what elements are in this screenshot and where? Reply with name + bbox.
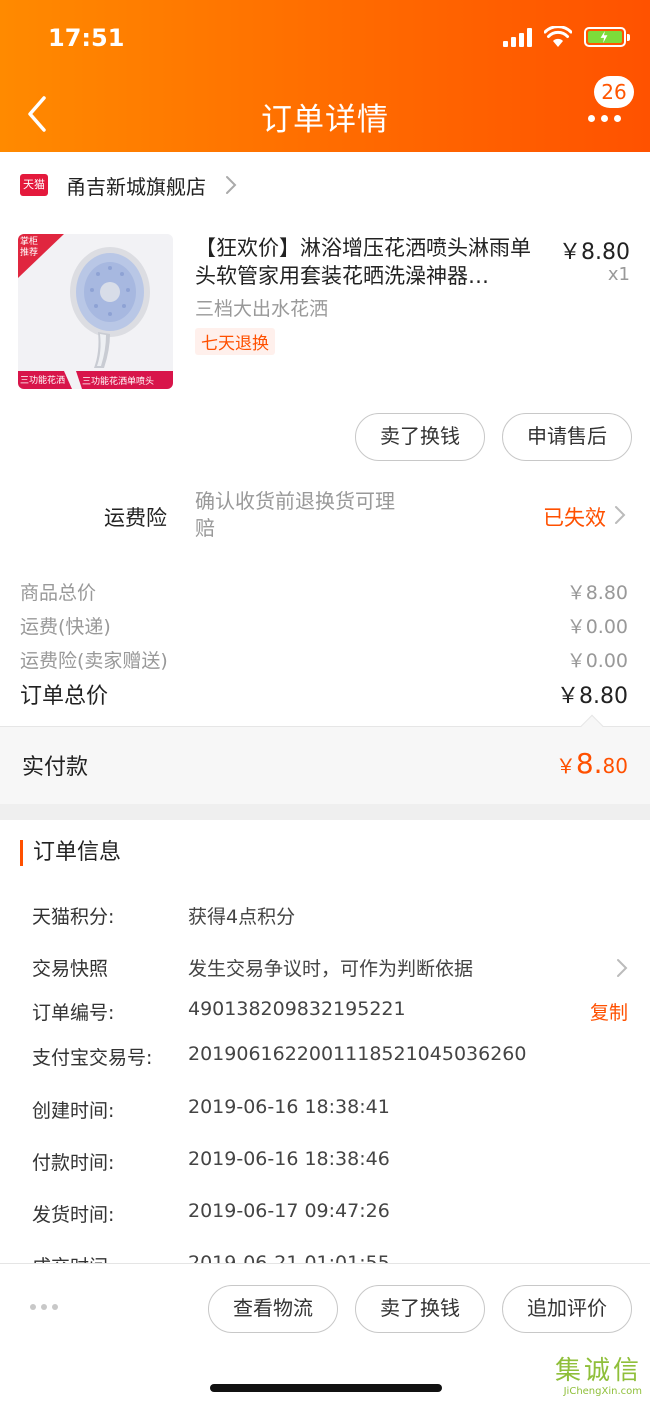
watermark-url: JiChengXin.com [563,1386,642,1397]
seven-day-return-tag: 七天退换 [195,328,275,355]
info-key: 创建时间: [32,1100,115,1122]
order-total-value: ￥8.80 [557,684,628,709]
info-key: 交易快照 [32,958,109,980]
info-row-trade-snapshot[interactable]: 交易快照 发生交易争议时，可作为判断依据 [32,954,628,981]
amount-paid-value: ￥8.80 [556,747,628,780]
status-time: 17:51 [48,24,125,52]
chevron-right-icon [226,176,237,194]
image-caption-right: 三功能花洒单喷头 [82,377,155,387]
price-row-label: 运费(快递) [20,616,111,638]
paid-currency: ￥ [555,754,576,778]
battery-icon [584,27,630,47]
product-quantity: x1 [607,264,630,285]
info-value: 发生交易争议时，可作为判断依据 [188,958,474,980]
price-row-label: 运费险(卖家赠送) [20,650,168,672]
bottom-action-bar: 查看物流 卖了换钱 追加评价 集诚信 JiChengXin.com [0,1263,650,1407]
add-review-button[interactable]: 追加评价 [502,1285,632,1333]
sell-for-cash-button[interactable]: 卖了换钱 [355,413,485,461]
image-caption-left: 三功能花洒 [20,376,66,386]
recommend-corner-label: 掌柜推荐 [20,237,39,258]
paid-decimal: 80 [602,754,628,778]
more-dots-icon[interactable] [30,1304,58,1310]
product-title[interactable]: 【狂欢价】淋浴增压花洒喷头淋雨单头软管家用套装花晒洗澡神器… [195,234,540,290]
shipping-insurance-status[interactable]: 已失效 [543,502,606,532]
info-key: 付款时间: [32,1152,115,1174]
info-row-paid-time: 付款时间: 2019-06-16 18:38:46 [32,1148,628,1175]
amount-paid-box: 实付款 ￥8.80 [0,714,650,804]
price-row-label: 商品总价 [20,582,97,604]
price-row-order-total: 订单总价 ￥8.80 [20,678,628,710]
status-icons [503,26,630,48]
wifi-icon [544,26,572,47]
pointer-notch [580,714,604,738]
watermark-text: 集诚信 [554,1356,642,1386]
cellular-signal-icon [503,27,532,47]
header-bar: 17:51 订单详情 26 [0,0,650,152]
info-value: 获得4点积分 [188,906,296,928]
info-value: 490138209832195221 [188,998,406,1020]
info-row-tmall-points: 天猫积分: 获得4点积分 [32,902,628,929]
chevron-right-icon [617,958,628,977]
shipping-insurance-label: 运费险 [104,506,167,530]
info-row-shipped-time: 发货时间: 2019-06-17 09:47:26 [32,1200,628,1227]
store-name: 甬吉新城旗舰店 [66,174,206,199]
store-row[interactable]: 天猫 甬吉新城旗舰店 [20,168,238,202]
copy-order-number-button[interactable]: 复制 [590,998,628,1025]
page-title: 订单详情 [261,102,389,138]
info-value: 2019-06-16 18:38:41 [188,1096,390,1118]
request-after-sale-button[interactable]: 申请售后 [502,413,632,461]
info-row-order-number: 订单编号: 490138209832195221 复制 [32,998,628,1025]
order-total-label: 订单总价 [20,684,109,709]
product-price: ￥8.80 [559,240,630,265]
paid-integer: 8. [575,747,603,780]
home-indicator [210,1384,442,1392]
amount-paid-label: 实付款 [22,755,89,780]
price-row-shipping: 运费(快递) ￥0.00 [20,612,628,639]
price-row-value: ￥0.00 [566,650,628,672]
message-count-badge: 26 [594,76,634,108]
price-row-shipping-insurance: 运费险(卖家赠送) ￥0.00 [20,646,628,673]
order-info-title: 订单信息 [20,840,121,866]
watermark-logo: 集诚信 JiChengXin.com [532,1356,642,1406]
info-key: 发货时间: [32,1204,115,1226]
info-row-alipay-trade-number: 支付宝交易号: 2019061622001118521045036260 [32,1043,628,1070]
info-key: 天猫积分: [32,906,115,928]
section-divider [0,804,650,820]
info-value: 2019061622001118521045036260 [188,1043,527,1065]
price-row-value: ￥0.00 [566,616,628,638]
product-image[interactable]: 掌柜推荐 三功能花洒 三功能花洒单喷头 [18,234,173,389]
price-row-goods-total: 商品总价 ￥8.80 [20,578,628,605]
chevron-right-icon[interactable] [614,505,626,525]
info-row-created-time: 创建时间: 2019-06-16 18:38:41 [32,1096,628,1123]
view-logistics-button[interactable]: 查看物流 [208,1285,338,1333]
info-value: 2019-06-16 18:38:46 [188,1148,390,1170]
info-value: 2019-06-17 09:47:26 [188,1200,390,1222]
info-key: 订单编号: [32,1002,115,1024]
product-spec: 三档大出水花洒 [195,298,329,320]
info-key: 支付宝交易号: [32,1047,153,1069]
price-row-value: ￥8.80 [566,582,628,604]
tmall-logo-icon: 天猫 [20,174,48,196]
more-dots-icon [588,115,621,122]
sell-for-cash-button[interactable]: 卖了换钱 [355,1285,485,1333]
shipping-insurance-description: 确认收货前退换货可理赔 [195,489,395,540]
